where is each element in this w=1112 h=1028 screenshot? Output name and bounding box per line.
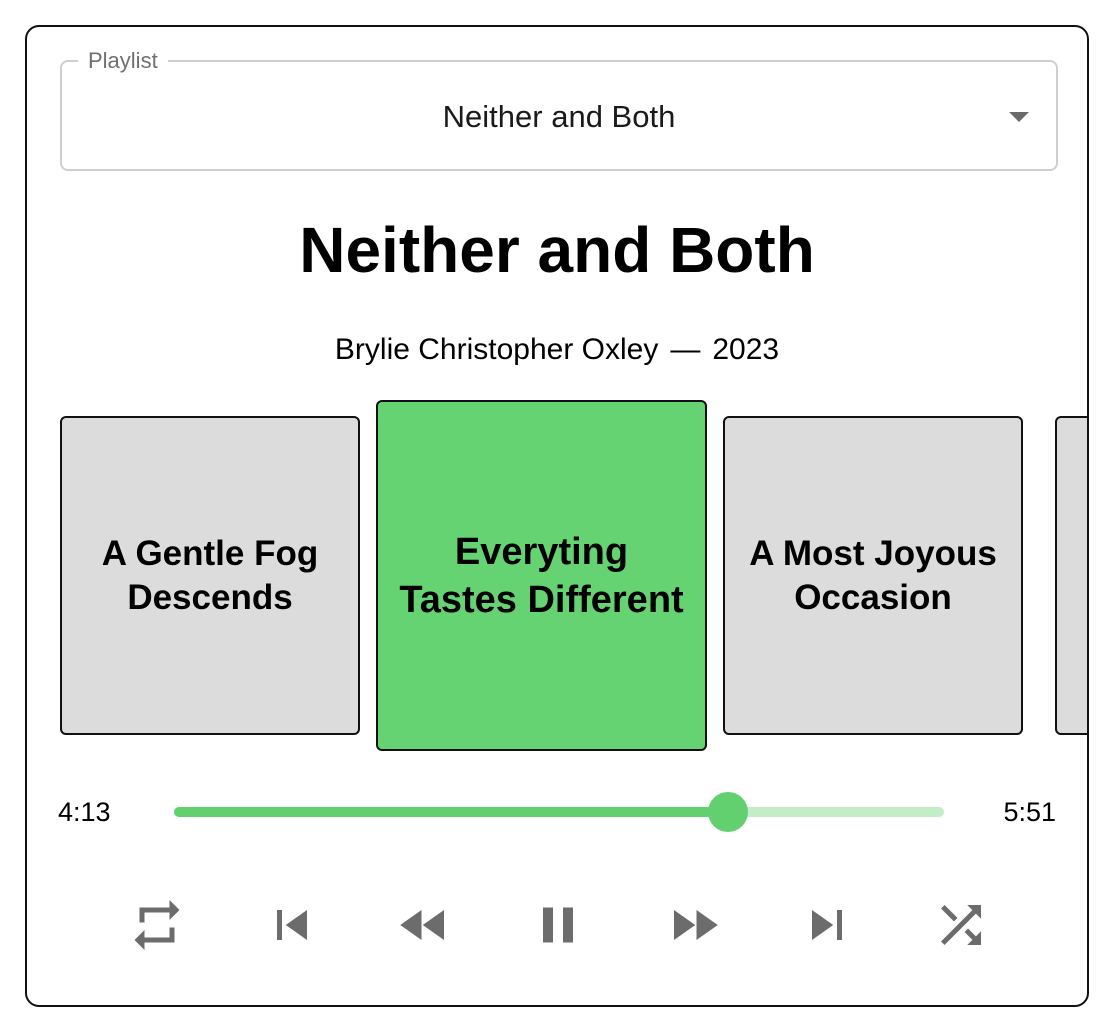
repeat-button[interactable]	[127, 897, 187, 957]
progress-fill	[174, 807, 729, 817]
fast-forward-icon	[664, 895, 724, 960]
track-card-title: A Most Joyous Occasion	[749, 533, 997, 617]
album-meta-separator: —	[670, 333, 701, 366]
playlist-select-value: Neither and Both	[442, 99, 676, 134]
playlist-select[interactable]: Playlist Neither and Both	[60, 48, 1058, 171]
pause-button[interactable]	[528, 897, 588, 957]
rewind-icon	[394, 895, 454, 960]
track-card[interactable]	[1055, 416, 1087, 735]
elapsed-time: 4:13	[58, 797, 111, 827]
album-title: Neither and Both	[299, 214, 815, 286]
progress-thumb[interactable]	[708, 792, 749, 832]
track-card[interactable]: A Gentle Fog Descends	[60, 416, 360, 735]
progress-slider[interactable]	[174, 792, 944, 832]
total-time: 5:51	[1003, 797, 1056, 827]
shuffle-icon	[931, 895, 991, 960]
repeat-icon	[127, 895, 187, 960]
pause-icon	[528, 895, 588, 960]
fast-forward-button[interactable]	[664, 897, 724, 957]
shuffle-button[interactable]	[931, 897, 991, 957]
track-card-title: Everyting Tastes Different	[399, 530, 684, 621]
track-card-title: A Gentle Fog Descends	[101, 533, 319, 617]
rewind-button[interactable]	[394, 897, 454, 957]
album-year: 2023	[712, 333, 780, 366]
dropdown-arrow-icon[interactable]	[1009, 112, 1029, 122]
music-player: Playlist Neither and Both Neither and Bo…	[25, 25, 1089, 1007]
next-track-button[interactable]	[797, 897, 857, 957]
album-artist: Brylie Christopher Oxley	[334, 333, 659, 366]
playlist-select-label: Playlist	[78, 48, 168, 74]
playback-controls	[27, 897, 1087, 957]
track-card[interactable]: A Most Joyous Occasion	[723, 416, 1023, 735]
skip-previous-icon	[262, 895, 322, 960]
track-card-active[interactable]: Everyting Tastes Different	[376, 400, 707, 751]
previous-track-button[interactable]	[262, 897, 322, 957]
skip-next-icon	[797, 895, 857, 960]
album-meta: Brylie Christopher Oxley — 2023	[27, 332, 1087, 368]
